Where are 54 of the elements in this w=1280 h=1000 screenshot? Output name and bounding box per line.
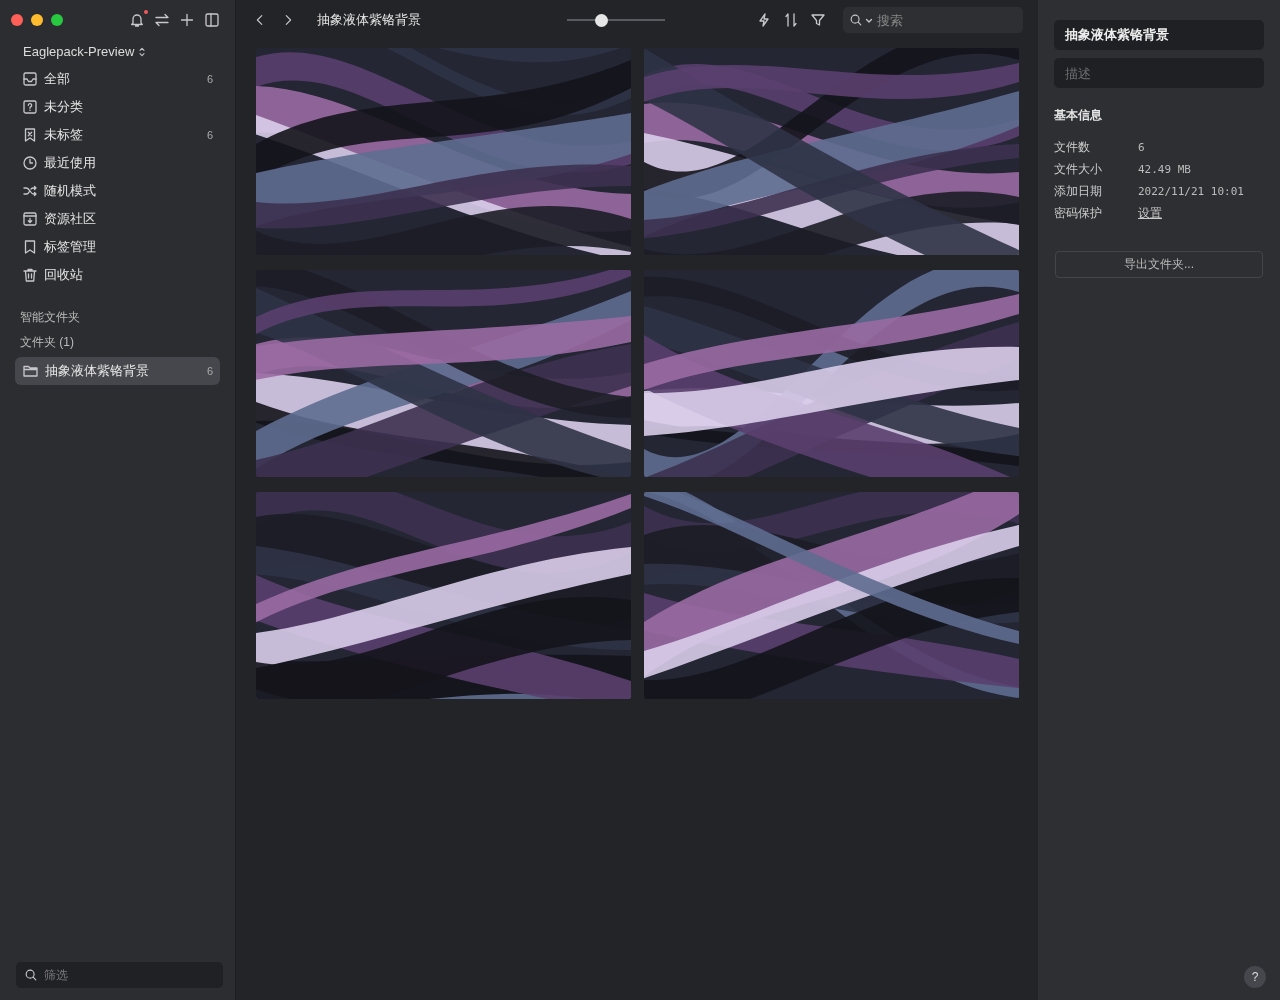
count-label: 6 (206, 365, 213, 377)
section-heading[interactable]: 文件夹 (1) (20, 330, 235, 355)
bookmark-cross-icon (22, 127, 38, 143)
help-button[interactable]: ? (1244, 966, 1266, 988)
folder-icon (22, 363, 39, 379)
clock-icon (22, 155, 38, 171)
sort-arrows-icon (783, 12, 799, 28)
export-button[interactable]: 导出文件夹... (1055, 251, 1263, 278)
bell-icon (129, 12, 145, 28)
folder-item[interactable]: 抽象液体紫铬背景 6 (15, 357, 220, 385)
count-label: 6 (206, 73, 213, 85)
info-value: 2022/11/21 10:01 (1138, 184, 1244, 198)
count-label: 6 (206, 129, 213, 141)
set-password-link[interactable]: 设置 (1138, 204, 1162, 222)
sidebar-item[interactable]: 最近使用 (15, 149, 220, 177)
sidebar-item[interactable]: 回收站 (15, 261, 220, 289)
section-heading: 基本信息 (1054, 107, 1103, 124)
download-box-icon (22, 211, 38, 227)
trash-icon (22, 267, 38, 283)
info-value: 42.49 MB (1138, 162, 1191, 176)
tray-icon (22, 71, 38, 87)
filter-icon (810, 12, 826, 28)
search-icon (849, 13, 863, 27)
info-label: 文件大小 (1054, 160, 1103, 178)
folder-title: 抽象液体紫铬背景 (317, 11, 421, 29)
sidebar-item[interactable]: 全部 6 (15, 65, 220, 93)
minimize-button[interactable] (31, 14, 43, 26)
plus-icon (179, 12, 195, 28)
sidebar-item[interactable]: 未标签 6 (15, 121, 220, 149)
sidebar-toggle-icon (204, 12, 220, 28)
name-field[interactable]: 抽象液体紫铬背景 (1054, 20, 1264, 50)
chevron-up-down-icon (138, 45, 147, 58)
description-field[interactable]: 描述 (1054, 58, 1264, 88)
slider-thumb[interactable] (595, 13, 609, 27)
info-label: 添加日期 (1054, 182, 1103, 200)
swap-arrows-icon (154, 12, 170, 28)
workspace-switcher[interactable]: Eaglepack-Preview (23, 44, 135, 59)
filter-field[interactable]: 筛选 (16, 962, 223, 988)
question-square-icon (22, 99, 38, 115)
sidebar-item[interactable]: 未分类 (15, 93, 220, 121)
shuffle-icon (22, 183, 38, 199)
zoom-button[interactable] (51, 14, 63, 26)
section-heading[interactable]: 智能文件夹 (20, 305, 235, 330)
search-field[interactable]: 搜索 (843, 7, 1023, 33)
sidebar-item[interactable]: 随机模式 (15, 177, 220, 205)
chevron-down-icon (865, 16, 873, 24)
sidebar-item[interactable]: 标签管理 (15, 233, 220, 261)
close-button[interactable] (11, 14, 23, 26)
sidebar-item[interactable]: 资源社区 (15, 205, 220, 233)
info-value: 6 (1138, 140, 1145, 154)
info-label: 密码保护 (1054, 204, 1103, 222)
search-icon (24, 968, 38, 982)
bookmark-icon (22, 239, 38, 255)
info-label: 文件数 (1054, 138, 1091, 156)
